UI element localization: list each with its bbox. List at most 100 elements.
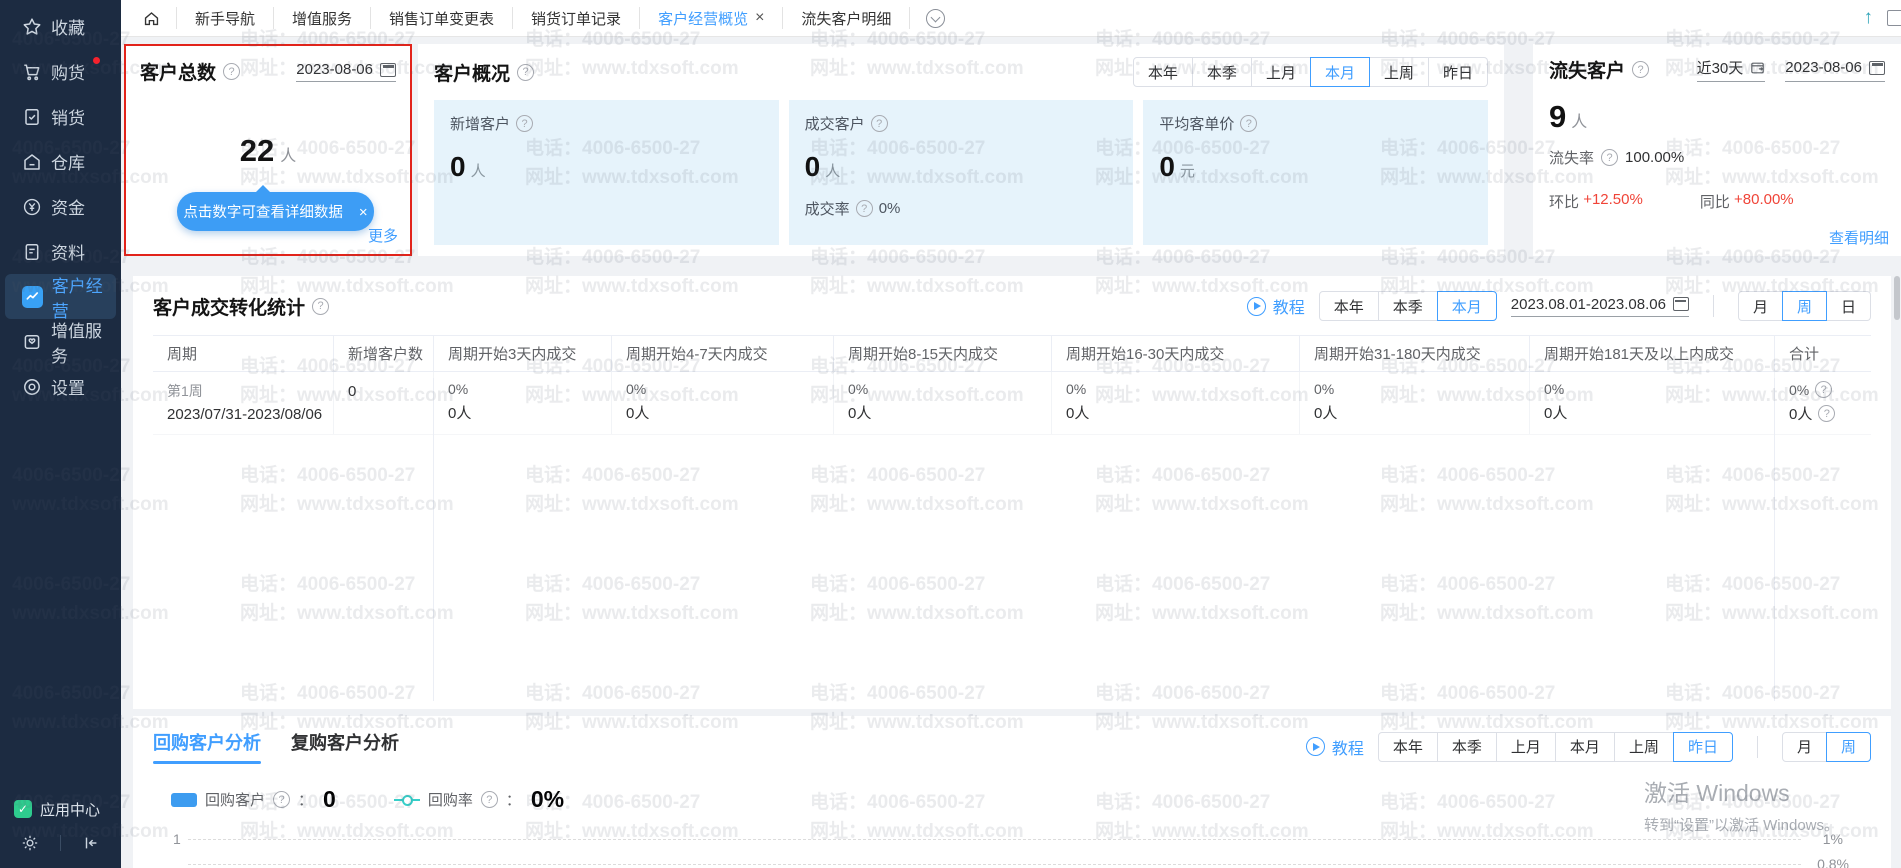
stat-label-text: 新增客户 <box>450 113 510 134</box>
help-icon[interactable]: ? <box>481 791 498 808</box>
sidebar-item-customer-chart[interactable]: 客户经营 <box>5 274 116 319</box>
churn-value[interactable]: 9人 <box>1549 99 1885 135</box>
tab-5[interactable]: 流失客户明细 <box>782 7 909 29</box>
tab-close-icon[interactable]: × <box>755 10 764 26</box>
conversion-unit-btn-0[interactable]: 月 <box>1738 291 1783 321</box>
vertical-scrollbar[interactable] <box>1894 276 1900 320</box>
churn-customer-card: 流失客户? 近30天 2023-08-06 <box>1533 44 1901 256</box>
help-icon[interactable]: ? <box>516 115 533 132</box>
tabs-dropdown-icon[interactable] <box>909 7 961 29</box>
stat-value[interactable]: 0人 <box>805 151 1118 183</box>
conversion-unit-btn-2[interactable]: 日 <box>1827 291 1871 321</box>
repurchase-tab-1[interactable]: 复购客户分析 <box>291 729 399 764</box>
help-icon[interactable]: ? <box>871 115 888 132</box>
customer-overview-card: 客户概况? 本年本季上月本月上周昨日 新增客户?0人成交客户?0人成交率?0%平… <box>418 44 1504 256</box>
conversion-range-btn-2[interactable]: 本月 <box>1437 291 1497 321</box>
sidebar-item-star[interactable]: 收藏 <box>5 4 116 49</box>
sidebar-item-warehouse[interactable]: 仓库 <box>5 139 116 184</box>
help-icon[interactable]: ? <box>273 791 290 808</box>
legend-item-1[interactable]: 回购率?：0% <box>394 786 564 813</box>
tutorial-button[interactable]: 教程 <box>1247 294 1305 318</box>
sidebar-item-sales-doc[interactable]: 销货 <box>5 94 116 139</box>
repurchase-unit-btn-0[interactable]: 月 <box>1782 732 1827 762</box>
sidebar-item-money[interactable]: 资金 <box>5 184 116 229</box>
windows-activation-watermark: 激活 Windows 转到“设置”以激活 Windows。 <box>1644 774 1839 835</box>
repurchase-range-btn-1[interactable]: 本季 <box>1438 732 1497 762</box>
legend-colon: ： <box>298 789 313 810</box>
sidebar-item-label: 资料 <box>51 239 85 264</box>
divider <box>1713 295 1714 317</box>
scroll-top-icon[interactable]: ↑ <box>1864 7 1874 29</box>
column-header-7: 周期开始181天及以上内成交 <box>1529 336 1774 371</box>
sidebar-item-settings[interactable]: 设置 <box>5 364 116 409</box>
total-column-divider <box>1774 378 1775 701</box>
help-icon[interactable]: ? <box>312 298 329 315</box>
tab-3[interactable]: 销货订单记录 <box>512 7 639 29</box>
tutorial-button[interactable]: 教程 <box>1306 735 1364 759</box>
help-icon[interactable]: ? <box>223 63 240 80</box>
overview-range-btn-4[interactable]: 上周 <box>1370 57 1429 87</box>
repurchase-range-btn-4[interactable]: 上周 <box>1615 732 1674 762</box>
tooltip-close-icon[interactable]: × <box>359 204 368 221</box>
overview-range-btn-3[interactable]: 本月 <box>1310 57 1370 87</box>
repurchase-range-btn-5[interactable]: 昨日 <box>1673 732 1733 762</box>
repurchase-tab-0[interactable]: 回购客户分析 <box>153 729 261 764</box>
sidebar-item-cart[interactable]: 购货 <box>5 49 116 94</box>
conversion-range-btn-0[interactable]: 本年 <box>1319 291 1379 321</box>
help-icon[interactable]: ? <box>1240 115 1257 132</box>
customer-total-value[interactable]: 22人 <box>140 133 396 169</box>
customer-total-date-picker[interactable]: 2023-08-06 <box>296 61 396 82</box>
divider <box>1757 736 1758 758</box>
tab-4[interactable]: 客户经营概览× <box>639 7 782 29</box>
overview-stat-1: 成交客户? 0人成交率?0% <box>789 100 1134 245</box>
date-type-switch-icon <box>1750 61 1765 75</box>
repurchase-range-btn-0[interactable]: 本年 <box>1378 732 1438 762</box>
stat-label: 成交客户? <box>805 113 1118 134</box>
churn-date-picker[interactable]: 2023-08-06 <box>1785 57 1885 82</box>
help-icon[interactable]: ? <box>517 64 534 81</box>
view-detail-link[interactable]: 查看明细 <box>1829 227 1889 248</box>
gridline <box>188 839 1801 840</box>
total-pct-value: 0% <box>1789 382 1809 398</box>
conversion-unit-btn-1[interactable]: 周 <box>1782 291 1827 321</box>
tab-0[interactable]: 新手导航 <box>176 7 273 29</box>
overview-range-btn-2[interactable]: 上月 <box>1252 57 1311 87</box>
help-icon[interactable]: ? <box>1815 381 1832 398</box>
sidebar-item-data-file[interactable]: 资料 <box>5 229 116 274</box>
conversion-pct: 0% <box>1544 381 1774 397</box>
tab-1[interactable]: 增值服务 <box>273 7 370 29</box>
collapse-sidebar-icon[interactable] <box>61 834 121 852</box>
legend-item-0[interactable]: 回购客户?：0 <box>171 786 336 813</box>
repurchase-range-btn-3[interactable]: 本月 <box>1556 732 1615 762</box>
sidebar-item-label: 销货 <box>51 104 85 129</box>
stat-value[interactable]: 0元 <box>1159 151 1472 183</box>
overview-range-btn-1[interactable]: 本季 <box>1193 57 1252 87</box>
tab-2[interactable]: 销售订单变更表 <box>370 7 512 29</box>
sidebar-item-value-added[interactable]: 增值服务 <box>5 319 116 364</box>
period-range: 2023/07/31-2023/08/06 <box>167 406 333 423</box>
stat-unit: 元 <box>1180 163 1195 180</box>
home-icon[interactable] <box>121 10 176 27</box>
mom-value: +12.50% <box>1583 191 1643 212</box>
stat-sub: 成交率?0% <box>805 198 1118 219</box>
cell-total: 0%?0人? <box>1774 372 1871 434</box>
conversion-date-range-picker[interactable]: 2023.08.01-2023.08.06 <box>1511 296 1689 317</box>
overview-range-btn-0[interactable]: 本年 <box>1133 57 1193 87</box>
help-icon[interactable]: ? <box>1818 405 1835 422</box>
stat-value[interactable]: 0人 <box>450 151 763 183</box>
overview-range-btn-5[interactable]: 昨日 <box>1429 57 1488 87</box>
churn-range-select[interactable]: 近30天 <box>1697 57 1766 82</box>
help-icon[interactable]: ? <box>856 200 873 217</box>
total-pct: 0%? <box>1789 381 1871 398</box>
expand-icon[interactable] <box>1887 10 1901 26</box>
repurchase-range-btn-2[interactable]: 上月 <box>1497 732 1556 762</box>
conversion-range-btn-1[interactable]: 本季 <box>1379 291 1438 321</box>
conversion-count: 0人 <box>1314 402 1529 423</box>
theme-brightness-icon[interactable] <box>0 834 60 852</box>
help-icon[interactable]: ? <box>1632 61 1649 78</box>
more-link[interactable]: 更多 <box>368 225 398 246</box>
help-icon[interactable]: ? <box>1601 149 1618 166</box>
repurchase-unit-btn-1[interactable]: 周 <box>1826 732 1871 762</box>
app-center-button[interactable]: ✓ 应用中心 <box>0 792 121 826</box>
conversion-title: 客户成交转化统计? <box>153 293 329 320</box>
